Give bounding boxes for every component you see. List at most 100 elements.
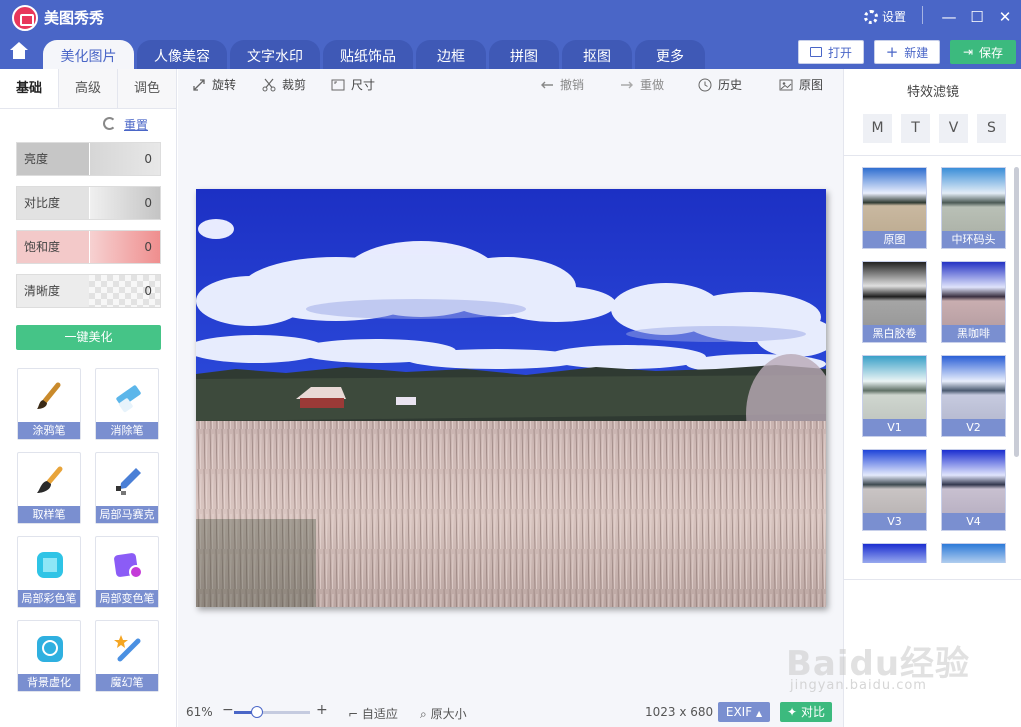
- filter-next-partial[interactable]: [941, 543, 1006, 563]
- tool-sample-pen[interactable]: 取样笔: [17, 452, 81, 524]
- clarity-value: 0: [144, 284, 152, 298]
- redo-label: 重做: [640, 78, 665, 92]
- fit-label: 自适应: [361, 707, 398, 721]
- subtab-color[interactable]: 调色: [118, 69, 176, 108]
- saturation-value: 0: [144, 240, 152, 254]
- reset-link[interactable]: 重置: [124, 116, 148, 133]
- close-icon[interactable]: ✕: [994, 6, 1016, 28]
- subtab-advanced[interactable]: 高级: [59, 69, 118, 108]
- filter-black-coffee[interactable]: 黑咖啡: [941, 261, 1006, 343]
- filter-next-partial[interactable]: [862, 543, 927, 563]
- filter-label: V3: [863, 513, 926, 530]
- tab-frame[interactable]: 边框: [416, 40, 486, 69]
- rotate-button[interactable]: 旋转: [192, 76, 236, 93]
- panel-divider: [844, 155, 1021, 156]
- size-button[interactable]: 尺寸: [331, 76, 375, 93]
- filter-label: V1: [863, 419, 926, 436]
- filter-category-t[interactable]: T: [901, 114, 930, 143]
- filter-label: 原图: [863, 231, 926, 248]
- subtab-basic[interactable]: 基础: [0, 69, 59, 108]
- tab-collage[interactable]: 拼图: [489, 40, 559, 69]
- tool-local-recolor-pen[interactable]: 局部变色笔: [95, 536, 159, 608]
- home-icon[interactable]: [8, 42, 30, 64]
- open-button[interactable]: 打开: [798, 40, 864, 64]
- compare-button[interactable]: ✦ 对比: [780, 702, 832, 722]
- tool-label: 局部彩色笔: [18, 590, 80, 607]
- tab-more[interactable]: 更多: [635, 40, 705, 69]
- tab-text[interactable]: 文字水印: [230, 40, 320, 69]
- new-button[interactable]: + 新建: [874, 40, 940, 64]
- filter-central-pier[interactable]: 中环码头: [941, 167, 1006, 249]
- fit-icon: ⌐: [348, 707, 359, 721]
- filter-category-v[interactable]: V: [939, 114, 968, 143]
- actual-size-button[interactable]: ⌕ 原大小: [420, 705, 467, 722]
- contrast-label: 对比度: [24, 196, 61, 210]
- size-label: 尺寸: [351, 78, 376, 92]
- undo-label: 撤销: [560, 78, 585, 92]
- fit-window-button[interactable]: ⌐ 自适应: [348, 705, 398, 722]
- save-button[interactable]: ⇥ 保存: [950, 40, 1016, 64]
- brightness-slider[interactable]: 亮度 0: [16, 142, 161, 176]
- filter-category-m[interactable]: M: [863, 114, 892, 143]
- left-panel: 基础 高级 调色 重置 亮度 0 对比度 0 饱和度 0 清晰度 0 一键美化 …: [0, 69, 177, 727]
- tool-magic-pen[interactable]: 魔幻笔: [95, 620, 159, 692]
- panel-divider-bottom: [844, 579, 1021, 580]
- tab-beautify[interactable]: 美化图片: [43, 40, 134, 69]
- tool-eraser-pen[interactable]: 消除笔: [95, 368, 159, 440]
- one-click-beautify-button[interactable]: 一键美化: [16, 325, 161, 350]
- tab-stickers[interactable]: 贴纸饰品: [323, 40, 413, 69]
- filter-v4[interactable]: V4: [941, 449, 1006, 531]
- tab-portrait[interactable]: 人像美容: [137, 40, 227, 69]
- filter-category-s[interactable]: S: [977, 114, 1006, 143]
- filter-v2[interactable]: V2: [941, 355, 1006, 437]
- settings-label: 设置: [882, 10, 907, 24]
- filter-label: V2: [942, 419, 1005, 436]
- zoom-in-icon[interactable]: +: [316, 702, 328, 718]
- crop-button[interactable]: 裁剪: [262, 76, 306, 93]
- scissors-icon: [262, 78, 276, 91]
- title-bar: 美图秀秀 设置 — ☐ ✕: [0, 0, 1021, 36]
- filter-thumbnail: [863, 544, 926, 563]
- filter-v1[interactable]: V1: [862, 355, 927, 437]
- original-button[interactable]: 原图: [779, 76, 823, 93]
- filter-thumbnail: [863, 356, 926, 419]
- tool-background-blur[interactable]: 背景虚化: [17, 620, 81, 692]
- settings-button[interactable]: 设置: [864, 8, 906, 25]
- image-icon: [809, 47, 822, 57]
- exif-button[interactable]: EXIF ▲: [718, 702, 770, 722]
- magic-wand-icon: [114, 635, 141, 662]
- tab-cutout[interactable]: 抠图: [562, 40, 632, 69]
- tool-local-color-pen[interactable]: 局部彩色笔: [17, 536, 81, 608]
- filter-scrollbar[interactable]: [1014, 167, 1019, 457]
- maximize-icon[interactable]: ☐: [966, 6, 988, 28]
- brush-icon: [37, 382, 61, 409]
- filter-original[interactable]: 原图: [862, 167, 927, 249]
- export-icon: ⇥: [962, 45, 974, 59]
- eraser-icon: [116, 385, 141, 413]
- minimize-icon[interactable]: —: [938, 6, 960, 28]
- canvas-area: [178, 99, 843, 697]
- edit-toolbar: 旋转 裁剪 尺寸 撤销 重做 历史 原图: [178, 69, 843, 99]
- clarity-slider[interactable]: 清晰度 0: [16, 274, 161, 308]
- filter-thumbnail: [863, 262, 926, 325]
- zoom-slider-track[interactable]: [234, 711, 310, 714]
- app-logo: [12, 5, 38, 31]
- zoom-slider-thumb[interactable]: [250, 706, 263, 718]
- filter-label: 黑白胶卷: [863, 325, 926, 342]
- tool-label: 消除笔: [96, 422, 158, 439]
- saturation-slider[interactable]: 饱和度 0: [16, 230, 161, 264]
- recolor-pen-icon: [114, 553, 143, 579]
- zoom-out-icon[interactable]: −: [222, 702, 234, 718]
- tool-doodle-pen[interactable]: 涂鸦笔: [17, 368, 81, 440]
- history-button[interactable]: 历史: [698, 76, 742, 93]
- history-label: 历史: [718, 78, 743, 92]
- redo-button[interactable]: 重做: [620, 76, 664, 93]
- filter-v3[interactable]: V3: [862, 449, 927, 531]
- contrast-slider[interactable]: 对比度 0: [16, 186, 161, 220]
- clarity-label: 清晰度: [24, 284, 61, 298]
- crop-label: 裁剪: [282, 78, 307, 92]
- tool-local-mosaic[interactable]: 局部马赛克: [95, 452, 159, 524]
- filter-bw-film[interactable]: 黑白胶卷: [862, 261, 927, 343]
- filter-thumbnail: [942, 544, 1005, 563]
- undo-button[interactable]: 撤销: [540, 76, 584, 93]
